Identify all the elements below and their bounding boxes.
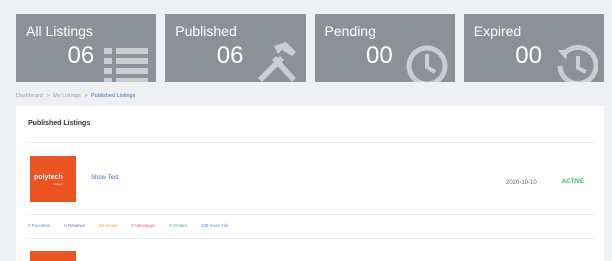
stat-label: All Listings <box>26 23 93 39</box>
stat-label: Published <box>175 23 237 39</box>
metric-messages[interactable]: 0 Messages <box>131 223 155 228</box>
history-icon <box>557 44 598 82</box>
stat-card-all-listings[interactable]: All Listings 06 <box>16 14 157 82</box>
stat-label: Expired <box>473 23 522 39</box>
metric-reviews[interactable]: 0 Reviews <box>64 223 85 228</box>
breadcrumb-separator: > <box>84 93 88 99</box>
metric-orders[interactable]: 0 Orders <box>169 223 187 228</box>
breadcrumb-item-my-listings[interactable]: My Listings <box>53 93 81 99</box>
listing-metrics: 0 Favorites 0 Reviews 36 Views 0 Message… <box>28 223 229 228</box>
panel-title: Published Listings <box>28 120 91 127</box>
published-listings-panel: Published Listings polytech solutions Sh… <box>16 106 604 261</box>
stat-value: 06 <box>216 42 244 69</box>
stats-row: All Listings 06 Published 06 Pending 00 … <box>16 14 604 82</box>
stat-card-published[interactable]: Published 06 <box>165 14 306 82</box>
divider <box>28 142 594 143</box>
breadcrumb-separator: > <box>46 93 50 99</box>
stat-value: 06 <box>67 42 95 69</box>
divider <box>28 214 594 215</box>
breadcrumb: Dashboard > My Listings > Published List… <box>16 93 135 99</box>
divider <box>28 238 594 239</box>
listing-title-link[interactable]: Show Test <box>91 175 119 181</box>
breadcrumb-item-dashboard[interactable]: Dashboard <box>16 93 43 99</box>
thumb-brand-text: polytech <box>34 174 63 181</box>
stat-card-pending[interactable]: Pending 00 <box>314 14 455 82</box>
next-listing-thumbnail[interactable] <box>30 251 76 261</box>
listing-thumbnail[interactable]: polytech solutions <box>30 156 76 202</box>
stat-card-expired[interactable]: Expired 00 <box>463 14 604 82</box>
hammer-wrench-icon <box>257 42 296 82</box>
metric-more-info[interactable]: 348 more info <box>201 223 229 228</box>
thumb-sub-text: solutions <box>53 183 63 186</box>
listing-date: 2020-10-10 <box>506 180 537 186</box>
clock-icon <box>406 45 448 82</box>
stat-value: 00 <box>515 42 542 69</box>
list-icon <box>104 48 149 82</box>
stat-value: 00 <box>366 42 393 69</box>
metric-favorites[interactable]: 0 Favorites <box>28 223 50 228</box>
metric-views[interactable]: 36 Views <box>99 223 117 228</box>
breadcrumb-current: Published Listings <box>91 93 136 99</box>
status-badge: ACTIVE <box>562 179 585 185</box>
stat-label: Pending <box>324 23 376 39</box>
